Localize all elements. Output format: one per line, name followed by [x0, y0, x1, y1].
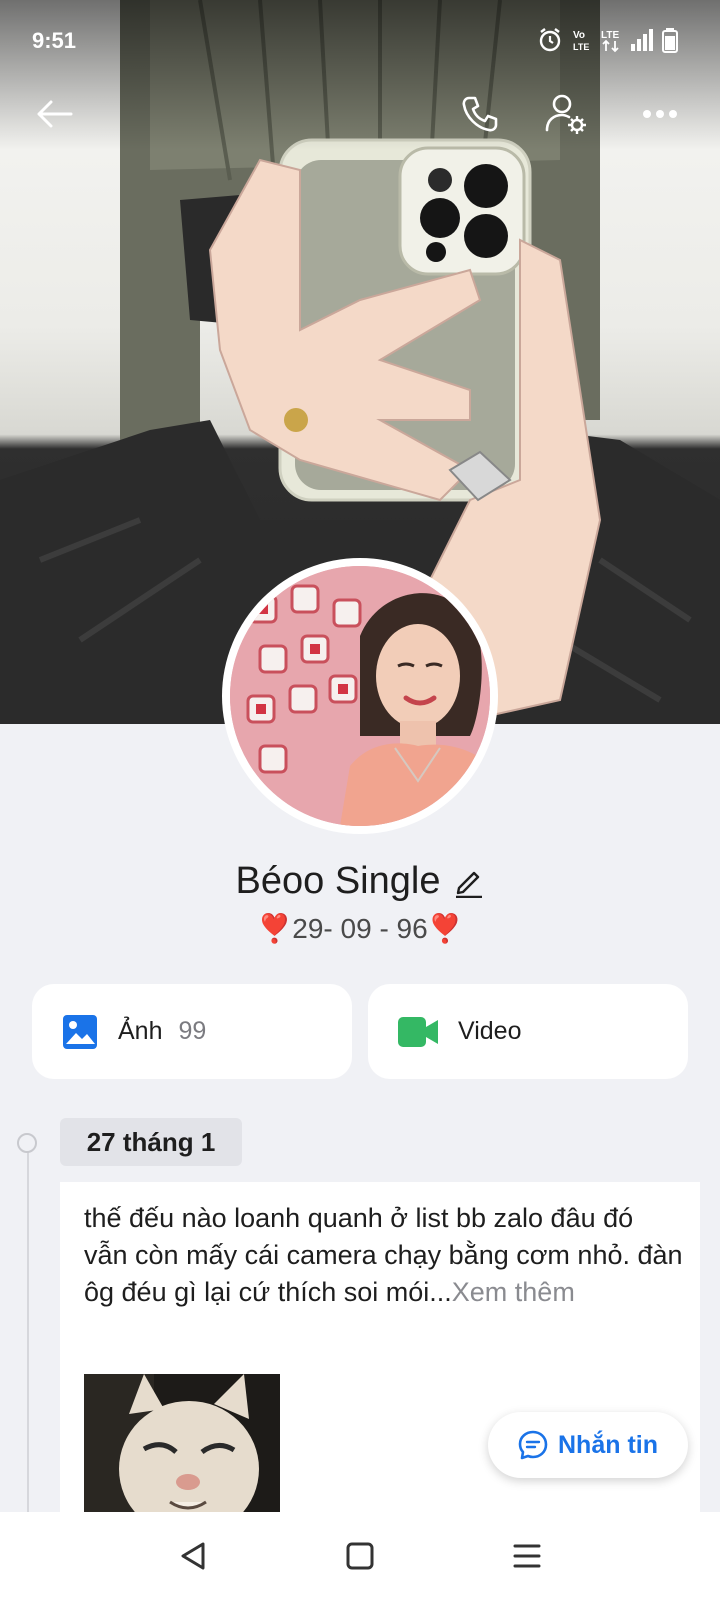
nav-home-button[interactable] — [330, 1526, 390, 1586]
phone-call-icon — [462, 96, 498, 132]
videos-label: Video — [458, 1017, 522, 1045]
photo-icon — [63, 1014, 97, 1049]
photos-count: 99 — [178, 1017, 207, 1045]
nav-back-button[interactable] — [163, 1526, 223, 1586]
timeline-dot — [17, 1133, 37, 1153]
see-more-link[interactable]: Xem thêm — [452, 1277, 575, 1307]
post-text: thế đếu nào loanh quanh ở list bb zalo đ… — [84, 1200, 684, 1311]
nav-recents-button[interactable] — [497, 1526, 557, 1586]
profile-name: Béoo Single — [235, 860, 441, 902]
profile-settings-button[interactable] — [538, 86, 594, 142]
profile-name-row: Béoo Single — [0, 860, 720, 903]
svg-text:LTE: LTE — [601, 30, 619, 41]
message-button-label: Nhắn tin — [558, 1430, 658, 1459]
edit-pencil-icon[interactable] — [454, 866, 484, 898]
status-bar: 9:51 Vo LTE LTE — [0, 0, 720, 64]
svg-text:Vo: Vo — [573, 30, 585, 41]
message-button[interactable]: Nhắn tin — [488, 1412, 688, 1478]
photos-card[interactable]: Ảnh 99 — [32, 984, 352, 1079]
system-nav-bar — [0, 1512, 720, 1600]
chat-bubble-icon — [518, 1430, 548, 1460]
timeline-line — [27, 1143, 29, 1513]
back-triangle-icon — [181, 1542, 205, 1570]
photos-label: Ảnh — [118, 1017, 163, 1045]
svg-text:LTE: LTE — [573, 42, 589, 52]
more-options-button[interactable] — [632, 86, 688, 142]
video-camera-icon — [398, 1016, 438, 1047]
back-arrow-icon — [37, 100, 73, 128]
user-settings-icon — [545, 94, 586, 134]
videos-card[interactable]: Video — [368, 984, 688, 1079]
menu-lines-icon — [513, 1544, 541, 1568]
more-horizontal-icon — [643, 110, 677, 118]
status-time: 9:51 — [32, 28, 77, 53]
timeline-date: 27 tháng 1 — [60, 1118, 242, 1166]
post-body: thế đếu nào loanh quanh ở list bb zalo đ… — [84, 1203, 683, 1307]
profile-bio: ❣️29- 09 - 96❣️ — [257, 913, 463, 944]
status-icons: Vo LTE LTE — [536, 26, 678, 54]
avatar-photo — [230, 566, 490, 826]
call-button[interactable] — [452, 86, 508, 142]
signal-icon — [631, 29, 653, 51]
avatar[interactable] — [222, 558, 498, 834]
volte-icon: Vo LTE — [573, 30, 589, 52]
lte-icon: LTE — [601, 30, 619, 53]
post-image[interactable] — [84, 1374, 280, 1524]
battery-icon — [662, 28, 678, 53]
alarm-icon — [539, 28, 561, 52]
back-button[interactable] — [26, 86, 82, 142]
home-square-icon — [346, 1542, 374, 1570]
